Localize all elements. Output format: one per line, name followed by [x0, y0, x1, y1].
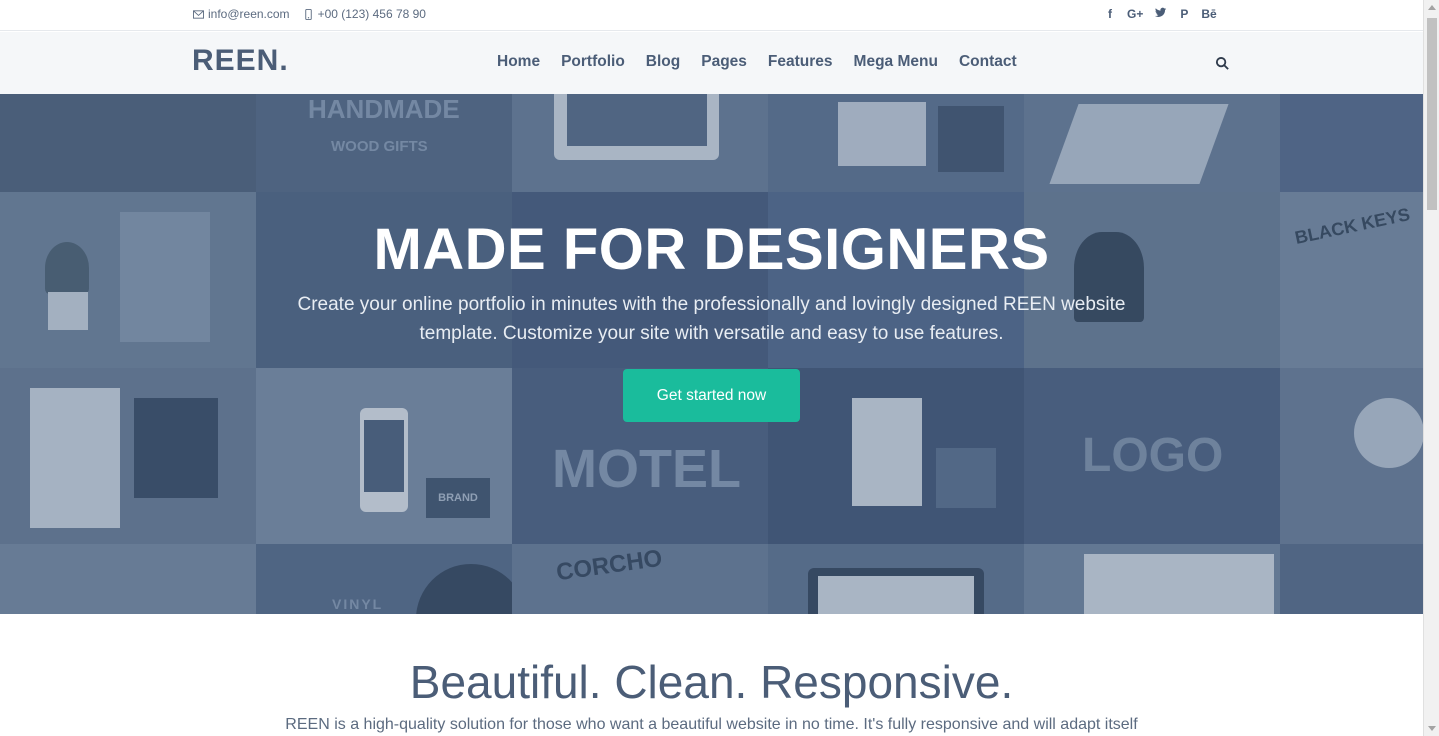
site-logo[interactable]: REEN. [192, 44, 289, 78]
hero-title: MADE FOR DESIGNERS [373, 217, 1050, 282]
hero-subtitle: Create your online portfolio in minutes … [297, 294, 1126, 344]
email-contact[interactable]: info@reen.com [193, 7, 290, 21]
scroll-down-arrow-icon[interactable] [1428, 726, 1436, 731]
hero-section: HANDMADE WOOD GIFTS BLACK KEYS BRAND MOT… [0, 94, 1423, 614]
social-links: f G+ P Bē [1103, 6, 1217, 22]
nav-item-portfolio[interactable]: Portfolio [561, 53, 625, 71]
section-title: Beautiful. Clean. Responsive. [409, 656, 1014, 708]
vertical-scrollbar[interactable] [1423, 0, 1439, 736]
search-icon[interactable] [1215, 56, 1231, 72]
phone-contact[interactable]: +00 (123) 456 78 90 [303, 7, 426, 21]
main-nav: Home Portfolio Blog Pages Features Mega … [497, 53, 1017, 71]
scrollbar-thumb[interactable] [1427, 18, 1437, 210]
twitter-icon[interactable] [1153, 6, 1167, 22]
nav-item-pages[interactable]: Pages [701, 53, 747, 71]
mobile-icon [304, 8, 312, 20]
email-text: info@reen.com [208, 7, 290, 21]
section-text: REEN is a high-quality solution for thos… [285, 716, 1138, 733]
behance-icon[interactable]: Bē [1201, 7, 1216, 21]
scroll-up-arrow-icon[interactable] [1428, 5, 1436, 10]
google-plus-icon[interactable]: G+ [1127, 7, 1143, 21]
nav-item-features[interactable]: Features [768, 53, 833, 71]
facebook-icon[interactable]: f [1103, 7, 1117, 21]
nav-item-mega-menu[interactable]: Mega Menu [854, 53, 938, 71]
nav-item-home[interactable]: Home [497, 53, 540, 71]
envelope-icon [193, 9, 204, 19]
nav-item-blog[interactable]: Blog [646, 53, 680, 71]
pinterest-icon[interactable]: P [1177, 7, 1191, 21]
top-bar: info@reen.com +00 (123) 456 78 90 f G+ P… [0, 0, 1423, 31]
contact-info: info@reen.com +00 (123) 456 78 90 [193, 7, 426, 21]
nav-item-contact[interactable]: Contact [959, 53, 1017, 71]
hero-overlay [0, 94, 1423, 614]
phone-text: +00 (123) 456 78 90 [317, 7, 426, 21]
main-navbar: REEN. Home Portfolio Blog Pages Features… [0, 32, 1423, 94]
get-started-button[interactable]: Get started now [623, 369, 800, 422]
